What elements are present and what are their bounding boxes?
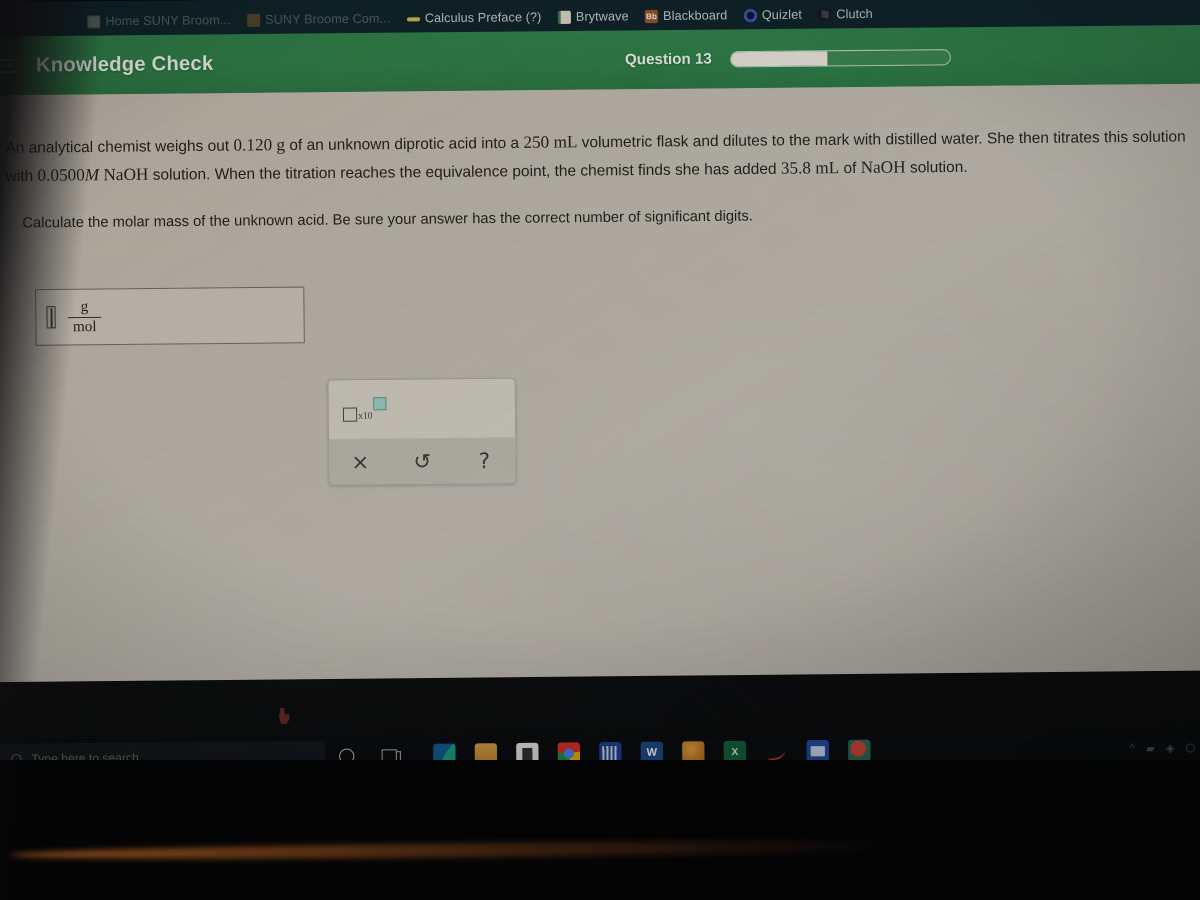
question-text-fragment: NaOH	[860, 157, 906, 177]
tray-icon-2[interactable]: ◈	[1166, 741, 1175, 754]
question-text-fragment: solution. When the titration reaches the…	[148, 160, 781, 184]
yellow-favicon-icon	[406, 17, 420, 22]
bookmark-item[interactable]: SUNY Broome Com...	[246, 11, 391, 27]
orange-favicon-icon	[246, 13, 261, 27]
question-text-fragment: NaOH	[103, 164, 149, 185]
question-text-fragment: of an unknown diprotic acid into a	[284, 134, 524, 155]
help-button[interactable]: ?	[453, 448, 515, 472]
laptop-screen: Home SUNY Broom... SUNY Broome Com... Ca…	[0, 0, 1200, 780]
undo-button[interactable]: ↺	[391, 449, 453, 473]
question-text-fragment: An analytical chemist weighs out	[5, 137, 234, 157]
math-palette-bottom-row: × ↺ ?	[329, 437, 516, 486]
question-paragraph-2: Calculate the molar mass of the unknown …	[22, 208, 753, 232]
bookmark-item[interactable]: Home SUNY Broom...	[87, 13, 231, 29]
bookmark-label: Home SUNY Broom...	[105, 13, 231, 29]
unit-denominator: mol	[72, 318, 97, 335]
bookmark-label: Brytwave	[575, 9, 629, 24]
page-title: Knowledge Check	[35, 52, 214, 77]
question-text-fragment: g	[272, 134, 286, 155]
bookmark-item[interactable]: Calculus Preface (?)	[406, 10, 542, 26]
question-page: An analytical chemist weighs out 0.120 g…	[0, 83, 1200, 780]
exponent-box-icon	[373, 397, 387, 411]
progress-bar-fill	[730, 50, 828, 66]
tray-icon-1[interactable]: ▰	[1146, 741, 1155, 754]
unit-fraction: g mol	[67, 299, 102, 335]
bookmark-item[interactable]: Clutch	[818, 7, 873, 22]
bookmark-label: Calculus Preface (?)	[424, 10, 542, 26]
question-text-fragment: 250 mL	[523, 132, 578, 152]
unit-numerator: g	[80, 299, 89, 316]
question-number-label: Question 13	[624, 50, 712, 69]
question-text: An analytical chemist weighs out 0.120 g…	[5, 122, 1196, 238]
progress-bar-track	[729, 48, 951, 67]
text-cursor-icon	[46, 306, 56, 329]
question-progress: Question 13	[625, 48, 951, 68]
mantissa-box-icon	[342, 407, 358, 422]
question-text-fragment: of	[839, 159, 861, 178]
scientific-notation-button[interactable]: x10	[342, 397, 387, 422]
x10-label: x10	[358, 411, 373, 422]
clear-button[interactable]: ×	[329, 449, 391, 473]
active-app-icon	[848, 739, 871, 763]
blackboard-favicon-icon: Bb	[644, 9, 659, 23]
tray-icon-3[interactable]: ⬡	[1185, 741, 1195, 754]
clutch-favicon-icon	[818, 7, 832, 22]
math-palette-top-row: x10	[328, 379, 515, 439]
document-favicon-icon	[557, 10, 571, 24]
tray-icon-0[interactable]: ^	[1130, 742, 1135, 754]
question-text-fragment: M	[84, 165, 100, 185]
bookmark-item[interactable]: Brytwave	[557, 9, 629, 24]
bookmark-label: Blackboard	[663, 8, 728, 24]
question-text-fragment: 0.0500	[37, 165, 85, 185]
hamburger-icon[interactable]	[0, 58, 16, 73]
doc-favicon-icon	[87, 14, 101, 29]
math-palette: x10 × ↺ ?	[327, 377, 517, 486]
answer-input[interactable]: g mol	[35, 286, 305, 346]
below-screen-dark-area	[0, 760, 1200, 900]
bookmark-item[interactable]: Bb Blackboard	[644, 8, 728, 24]
question-text-fragment: solution.	[905, 158, 968, 177]
system-tray: ^ ▰ ◈ ⬡	[1130, 741, 1200, 755]
photo-of-screen: Home SUNY Broom... SUNY Broome Com... Ca…	[0, 0, 1200, 900]
bookmark-label: Clutch	[836, 6, 873, 22]
bookmark-label: SUNY Broome Com...	[265, 11, 391, 27]
bookmark-item[interactable]: Quizlet	[743, 7, 802, 23]
quizlet-favicon-icon	[743, 8, 757, 22]
question-text-fragment: 35.8 mL	[780, 157, 840, 178]
mouse-cursor	[278, 708, 290, 724]
question-text-fragment: 0.120	[233, 135, 273, 155]
bookmark-label: Quizlet	[761, 7, 802, 23]
question-paragraph-1: An analytical chemist weighs out 0.120 g…	[5, 122, 1196, 190]
